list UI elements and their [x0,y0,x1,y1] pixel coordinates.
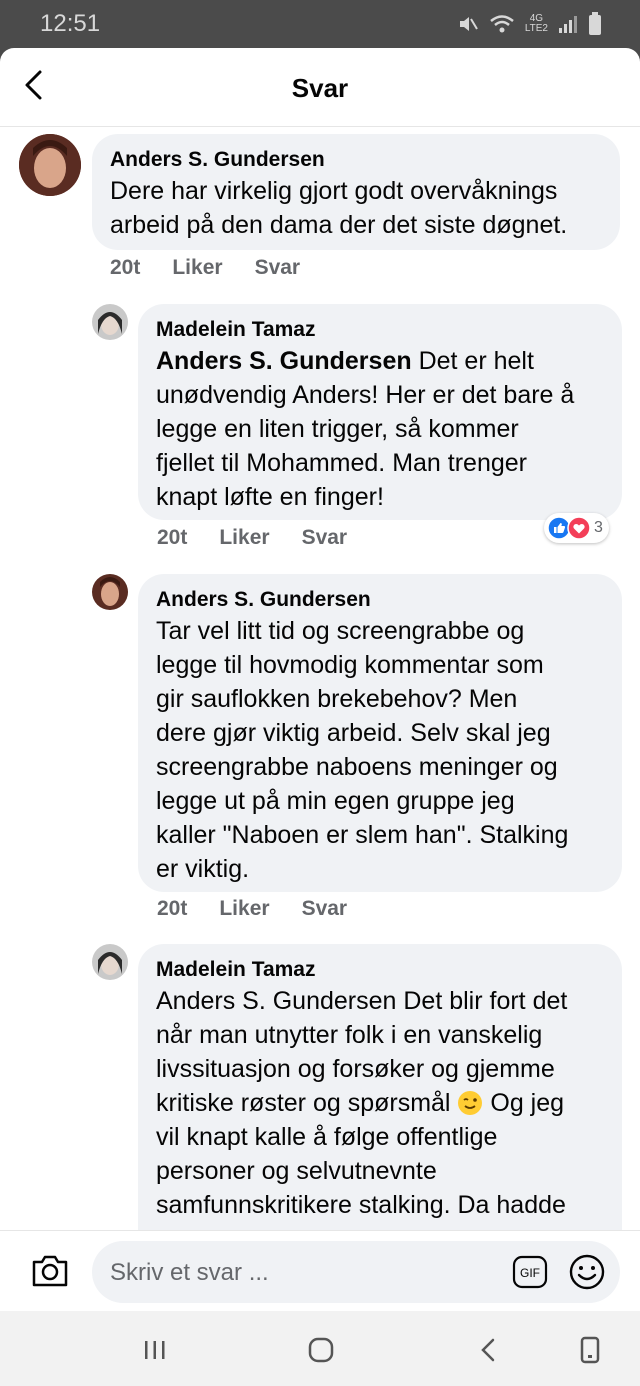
mention-link[interactable]: Anders S. Gundersen [156,347,412,375]
like-button[interactable]: Liker [219,897,269,921]
reaction-count: 3 [594,519,603,536]
emoji-icon[interactable] [568,1253,606,1291]
network-label: 4G LTE2 [524,13,548,34]
avatar-face-icon [19,134,81,196]
reply-button[interactable]: Svar [302,897,348,921]
reply-composer: Skriv et svar ... GIF [0,1230,640,1312]
battery-icon [589,12,601,35]
header: Svar [0,48,640,127]
avatar-face-icon [92,304,128,340]
system-nav-bar [0,1311,640,1386]
comment-bubble: Madelein Tamaz Anders S. Gundersen Det e… [138,304,622,520]
comment-text: Anders S. Gundersen Det er helt unødvend… [156,347,575,511]
avatar-face-icon [92,944,128,980]
comment-meta: 20t Liker Svar [157,897,347,921]
comment-author[interactable]: Anders S. Gundersen [156,586,604,614]
avatar[interactable] [92,304,128,340]
rotate-icon[interactable] [578,1335,604,1365]
replies-sheet: Svar Anders S. Gundersen Dere har virkel… [0,48,640,1311]
status-icons: 4G LTE2 [457,12,602,36]
status-bar: 12:51 4G LTE2 [0,0,640,50]
comment-author[interactable]: Madelein Tamaz [156,316,604,344]
recents-icon[interactable] [140,1335,170,1365]
home-icon[interactable] [306,1335,336,1365]
reply-input[interactable]: Skriv et svar ... GIF [92,1241,620,1303]
comment-bubble: Anders S. Gundersen Tar vel litt tid og … [138,574,622,892]
comment-author[interactable]: Anders S. Gundersen [110,146,602,174]
reply-button[interactable]: Svar [302,526,348,550]
mute-icon [459,17,478,31]
love-reaction-icon [567,516,591,540]
status-time: 12:51 [40,10,101,37]
reactions-summary[interactable]: 3 [544,513,609,543]
signal-icon [559,16,577,33]
comment-bubble: Madelein Tamaz Anders S. Gundersen Det b… [138,944,622,1274]
camera-icon[interactable] [30,1253,70,1289]
back-icon[interactable] [474,1335,504,1365]
comment-time: 20t [157,526,188,549]
like-button[interactable]: Liker [172,256,222,280]
gif-label: GIF [520,1266,540,1280]
avatar[interactable] [92,574,128,610]
comment-text: Tar vel litt tid og screengrabbe og legg… [156,617,569,883]
comment-bubble: Anders S. Gundersen Dere har virkelig gj… [92,134,620,250]
comment-author[interactable]: Madelein Tamaz [156,956,604,984]
comment-time: 20t [157,897,188,920]
comment-text: Dere har virkelig gjort godt overvåkning… [110,177,568,239]
avatar[interactable] [92,944,128,980]
avatar[interactable] [19,134,81,196]
comment-meta: 20t Liker Svar [157,526,347,550]
like-button[interactable]: Liker [219,526,269,550]
wink-emoji-icon [458,1091,483,1115]
comment-meta: 20t Liker Svar [110,256,300,280]
comment-time: 20t [110,256,141,279]
gif-icon[interactable]: GIF [512,1255,548,1289]
comment-text: Anders S. Gundersen Det blir fort det nå… [156,987,568,1219]
reply-button[interactable]: Svar [255,256,301,280]
screen: 12:51 4G LTE2 Svar Anders S. Gundersen D… [0,0,640,1386]
reply-placeholder: Skriv et svar ... [110,1259,269,1286]
page-title: Svar [291,73,349,103]
avatar-face-icon [92,574,128,610]
wifi-icon [490,15,514,33]
